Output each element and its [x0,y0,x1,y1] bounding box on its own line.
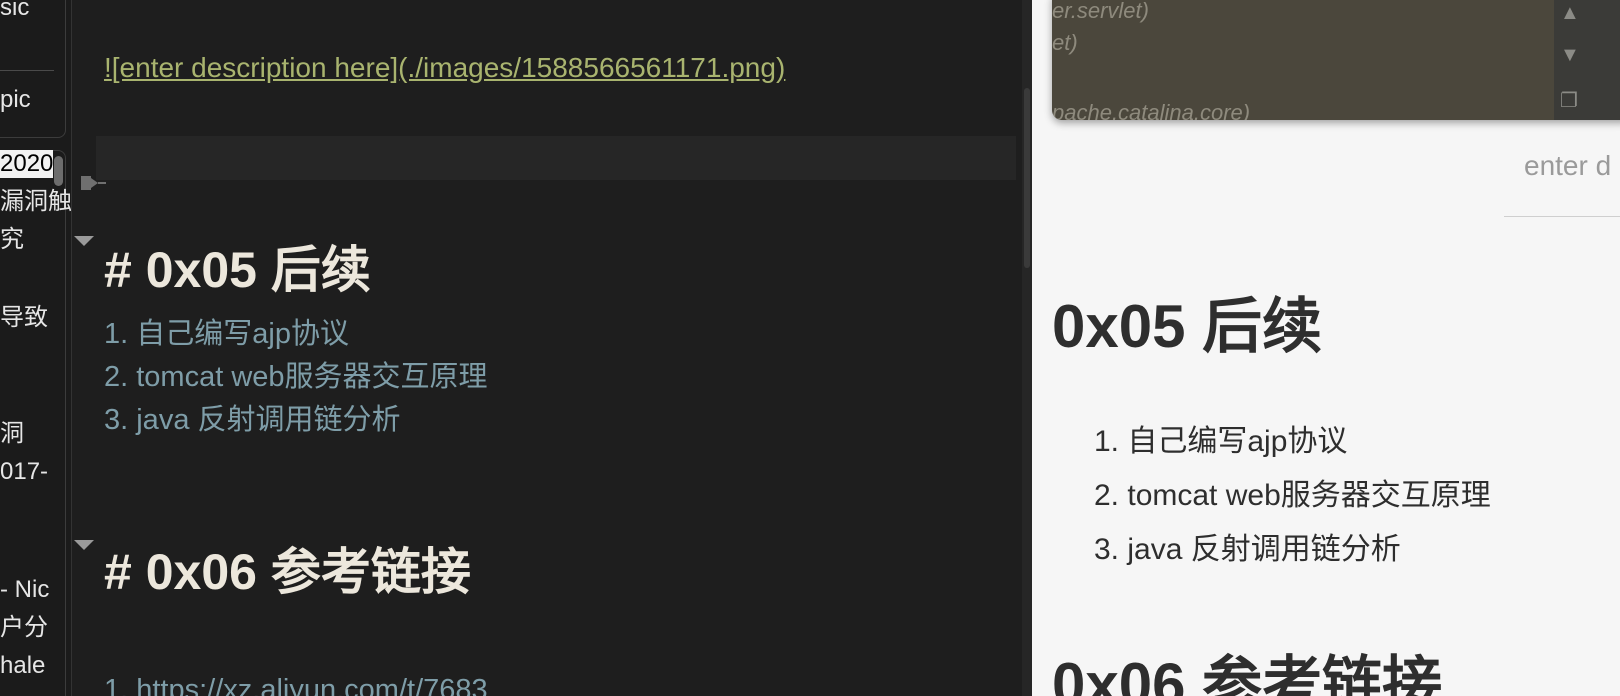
markdown-preview: er.servlet) et) pache.catalina.core) ▲ ▼… [1032,0,1620,696]
list-item[interactable]: 1. 自己编写ajp协议 [104,310,349,352]
arrow-down-icon: ▼ [1560,44,1580,66]
list-item[interactable]: 3. java 反射调用链分析 [104,396,401,438]
editor-scrollbar-thumb[interactable] [1024,88,1030,268]
markdown-editor[interactable]: ![enter description here](./images/15885… [72,0,1032,696]
note-list-item-selected[interactable]: 2020 [0,150,54,178]
note-list-item[interactable]: 漏洞触 [0,188,72,216]
copy-icon: ❐ [1560,90,1578,112]
horizontal-rule [1504,216,1620,217]
preview-list-item: 1. 自己编写ajp协议 [1094,425,1348,458]
pin-icon[interactable] [78,172,108,196]
note-list-scrollbar[interactable] [54,156,63,186]
heading-0x06[interactable]: # 0x06 参考链接 [104,532,471,604]
note-list-item[interactable]: 017- [0,458,48,486]
divider [0,70,54,71]
fold-toggle-icon[interactable] [74,540,94,550]
fold-toggle-icon[interactable] [74,236,94,246]
heading-0x05[interactable]: # 0x05 后续 [104,230,371,302]
note-list-item[interactable]: 究 [0,226,24,254]
preview-heading-0x05: 0x05 后续 [1052,293,1323,360]
image-link[interactable]: [enter description here](./images/158856… [112,52,786,83]
list-item[interactable]: 2. tomcat web服务器交互原理 [104,353,488,395]
image-code-line: er.servlet) [1052,0,1149,23]
note-list-item[interactable]: - Nic [0,576,49,604]
image-bang: ! [104,52,112,83]
image-caption: enter d [1524,150,1612,181]
note-list-item[interactable]: hale [0,652,45,680]
embedded-screenshot-image: er.servlet) et) pache.catalina.core) ▲ ▼… [1052,0,1620,120]
image-code-line: pache.catalina.core) [1052,100,1251,120]
preview-list-item: 3. java 反射调用链分析 [1094,533,1401,566]
note-list-item[interactable]: 户分 [0,614,48,642]
current-line-highlight [96,136,1016,180]
image-markdown-line[interactable]: ![enter description here](./images/15885… [104,52,785,84]
note-list-item[interactable]: 洞 [0,420,24,448]
preview-heading-0x06: 0x06 参考链接 [1052,651,1443,696]
sidebar-item-pic[interactable]: pic [0,86,31,114]
arrow-up-icon: ▲ [1560,2,1580,24]
note-list-item[interactable]: 导致 [0,304,48,332]
sidebar-item-top[interactable]: sic [0,0,29,22]
document-list-sidebar: sic pic 2020 漏洞触 究 导致 洞 017- - Nic 户分 ha… [0,0,72,696]
image-code-line: et) [1052,30,1078,55]
reference-link[interactable]: 1. https://xz.aliyun.com/t/7683 [104,674,488,696]
preview-list-item: 2. tomcat web服务器交互原理 [1094,479,1491,512]
